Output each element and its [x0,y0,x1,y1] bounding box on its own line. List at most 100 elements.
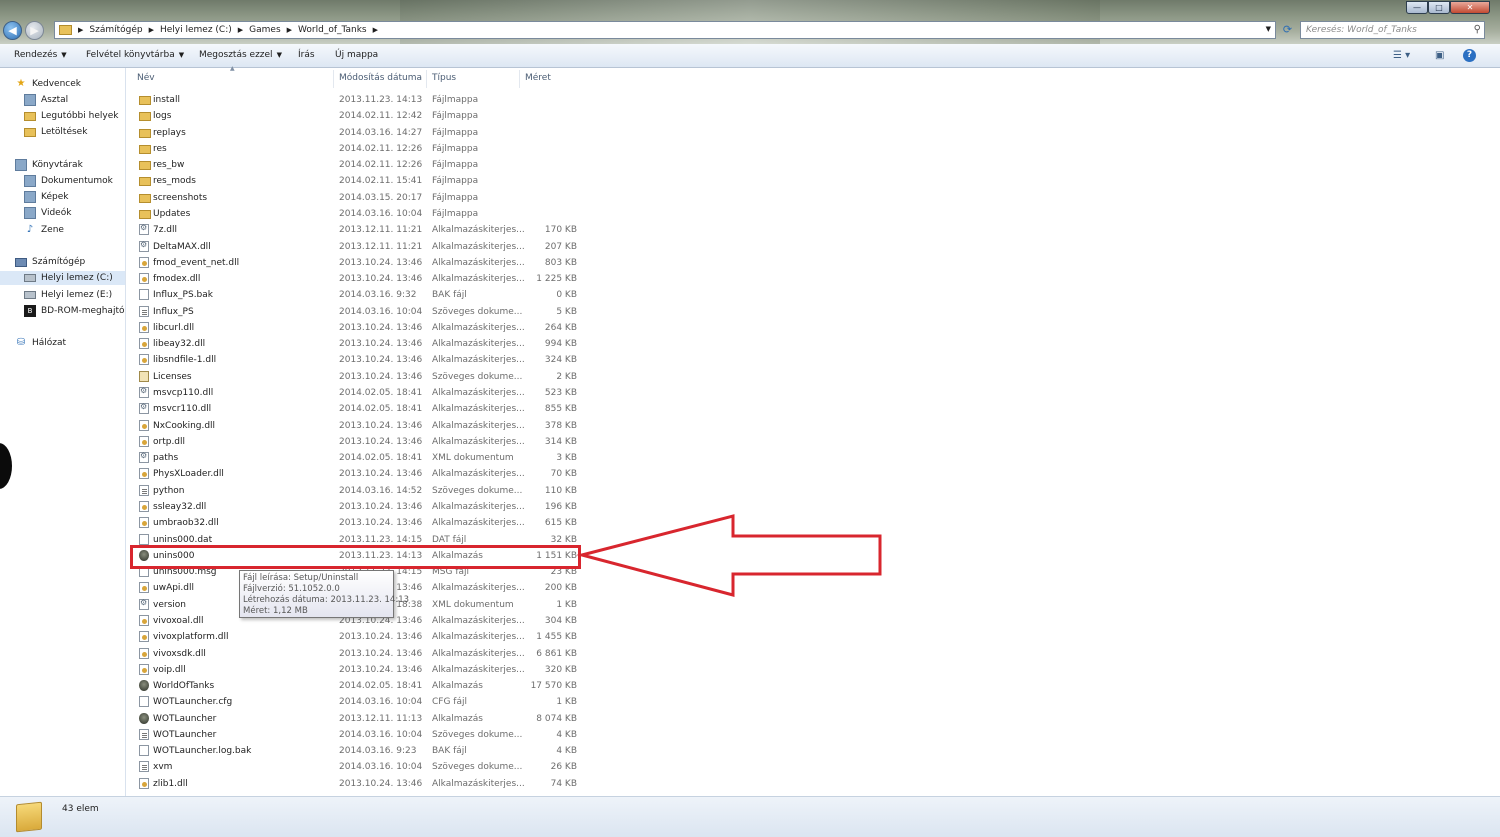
preview-pane-icon[interactable]: ▣ [1435,50,1444,61]
breadcrumb-games[interactable]: Games [249,25,280,35]
file-row[interactable]: WOTLauncher.cfg 2014.03.16. 10:04 CFG fájl… [131,694,583,710]
file-row[interactable]: Influx_PS.bak 2014.03.16. 9:32 BAK fájl 0 K… [131,287,583,303]
maximize-button[interactable]: □ [1428,1,1450,14]
nav-libraries[interactable]: Könyvtárak [15,158,83,172]
file-row[interactable]: Updates 2014.03.16. 10:04 Fájlmappa [131,206,583,222]
nav-drive-e[interactable]: Helyi lemez (E:) [24,288,112,302]
file-row[interactable]: vivoxsdk.dll 2013.10.24. 13:46 Alkalmazásk… [131,646,583,662]
file-date: 2014.02.11. 12:42 [339,111,423,122]
column-divider[interactable] [426,70,427,88]
close-button[interactable]: ✕ [1450,1,1490,14]
file-row[interactable]: logs 2014.02.11. 12:42 Fájlmappa [131,108,583,124]
file-date: 2013.10.24. 13:46 [339,436,423,447]
dll-icon [139,338,149,350]
nav-music[interactable]: ♪ Zene [24,223,64,237]
file-row[interactable]: Influx_PS 2014.03.16. 10:04 Szöveges dokum… [131,304,583,320]
file-row[interactable]: PhysXLoader.dll 2013.10.24. 13:46 Alkalmaz… [131,466,583,482]
file-row[interactable]: libsndfile-1.dll 2013.10.24. 13:46 Alkalma… [131,352,583,368]
file-name: voip.dll [153,664,186,675]
breadcrumb-separator-icon[interactable]: ▶ [149,26,154,34]
column-header-name[interactable]: Név [137,73,155,83]
share-with-button[interactable]: Megosztás ezzel ▼ [199,50,282,60]
nav-drive-c-label: Helyi lemez (C:) [41,273,113,283]
nav-pictures[interactable]: Képek [24,190,68,204]
file-row[interactable]: umbraob32.dll 2013.10.24. 13:46 Alkalmazás… [131,515,583,531]
file-row[interactable]: zlib1.dll 2013.10.24. 13:46 Alkalmazáskite… [131,776,583,792]
nav-videos[interactable]: Videók [24,206,71,220]
file-row[interactable]: res_mods 2014.02.11. 15:41 Fájlmappa [131,173,583,189]
nav-documents[interactable]: Dokumentumok [24,174,113,188]
nav-recent-places[interactable]: Legutóbbi helyek [24,109,118,123]
breadcrumb-separator-icon[interactable]: ▶ [238,26,243,34]
file-row[interactable]: msvcp110.dll 2014.02.05. 18:41 Alkalmazásk… [131,385,583,401]
file-row[interactable]: fmod_event_net.dll 2013.10.24. 13:46 Alkal… [131,255,583,271]
file-row[interactable]: 7z.dll 2013.12.11. 11:21 Alkalmazáskiterje… [131,222,583,238]
column-header-type[interactable]: Típus [432,73,456,83]
file-row[interactable]: NxCooking.dll 2013.10.24. 13:46 Alkalmazás… [131,418,583,434]
burn-button[interactable]: Írás [298,50,315,60]
breadcrumb-world-of-tanks[interactable]: World_of_Tanks [298,25,367,35]
file-row[interactable]: libcurl.dll 2013.10.24. 13:46 Alkalmazáski… [131,320,583,336]
nav-network[interactable]: ⛁ Hálózat [15,336,66,350]
file-date: 2014.02.05. 18:41 [339,681,423,692]
file-row[interactable]: WOTLauncher 2013.12.11. 11:13 Alkalmazás 8 … [131,711,583,727]
search-icon[interactable]: ⚲ [1474,24,1481,35]
file-row[interactable]: python 2014.03.16. 14:52 Szöveges dokume..… [131,483,583,499]
nav-bdrom[interactable]: B BD-ROM-meghajtó [24,304,124,318]
file-row[interactable]: WOTLauncher.log.bak 2014.03.16. 9:23 BAK f… [131,743,583,759]
file-row[interactable]: ortp.dll 2013.10.24. 13:46 Alkalmazáskiter… [131,434,583,450]
include-in-library-button[interactable]: Felvétel könyvtárba ▼ [86,50,184,60]
nav-computer[interactable]: Számítógép [15,255,85,269]
address-dropdown-icon[interactable]: ▼ [1266,25,1271,33]
search-input[interactable]: Keresés: World_of_Tanks ⚲ [1300,21,1485,39]
file-row[interactable]: WOTLauncher 2014.03.16. 10:04 Szöveges dok… [131,727,583,743]
nav-drive-c[interactable]: Helyi lemez (C:) [0,271,125,285]
column-divider[interactable] [519,70,520,88]
downloads-icon [24,127,36,137]
help-button[interactable]: ? [1463,49,1476,62]
file-row[interactable]: screenshots 2014.03.15. 20:17 Fájlmappa [131,190,583,206]
nav-desktop[interactable]: Asztal [24,93,68,107]
file-row[interactable]: DeltaMAX.dll 2013.12.11. 11:21 Alkalmazásk… [131,239,583,255]
nav-downloads[interactable]: Letöltések [24,125,87,139]
file-row[interactable]: vivoxplatform.dll 2013.10.24. 13:46 Alkalm… [131,629,583,645]
file-row[interactable]: ssleay32.dll 2013.10.24. 13:46 Alkalmazásk… [131,499,583,515]
file-row[interactable]: replays 2014.03.16. 14:27 Fájlmappa [131,125,583,141]
nav-recent-label: Legutóbbi helyek [41,111,119,121]
file-row[interactable]: libeay32.dll 2013.10.24. 13:46 Alkalmazásk… [131,336,583,352]
file-size: 1 KB [556,697,577,708]
file-row[interactable]: res 2014.02.11. 12:26 Fájlmappa [131,141,583,157]
breadcrumb-drive-c[interactable]: Helyi lemez (C:) [160,25,232,35]
file-name: logs [153,111,172,122]
breadcrumb-computer[interactable]: Számítógép [89,25,142,35]
column-header-date[interactable]: Módosítás dátuma [339,73,422,83]
file-row[interactable]: install 2013.11.23. 14:13 Fájlmappa [131,92,583,108]
nav-favorites[interactable]: ★ Kedvencek [15,77,81,91]
file-row[interactable]: xvm 2014.03.16. 10:04 Szöveges dokume... 26… [131,759,583,775]
minimize-button[interactable]: — [1406,1,1428,14]
file-type: Alkalmazáskiterjes... [432,469,525,480]
organize-button[interactable]: Rendezés ▼ [14,50,67,60]
file-type: Alkalmazáskiterjes... [432,339,525,350]
file-row[interactable]: msvcr110.dll 2014.02.05. 18:41 Alkalmazásk… [131,401,583,417]
breadcrumb-separator-icon[interactable]: ▶ [287,26,292,34]
breadcrumb-separator-icon[interactable]: ▶ [78,26,83,34]
file-row[interactable]: paths 2014.02.05. 18:41 XML dokumentum 3 KB [131,450,583,466]
nav-network-label: Hálózat [32,338,67,348]
column-header-size[interactable]: Méret [525,73,551,83]
change-view-icon[interactable]: ☰ ▾ [1393,50,1410,61]
column-divider[interactable] [333,70,334,88]
file-type: Alkalmazáskiterjes... [432,241,525,252]
new-folder-button[interactable]: Új mappa [335,50,378,60]
address-bar[interactable]: ▶ Számítógép ▶ Helyi lemez (C:) ▶ Games … [54,21,1276,39]
forward-button[interactable]: ▶ [25,21,44,40]
back-button[interactable]: ◀ [3,21,22,40]
file-row[interactable]: fmodex.dll 2013.10.24. 13:46 Alkalmazáskit… [131,271,583,287]
file-row[interactable]: res_bw 2014.02.11. 12:26 Fájlmappa [131,157,583,173]
file-row[interactable]: voip.dll 2013.10.24. 13:46 Alkalmazáskiter… [131,662,583,678]
item-count: 43 elem [62,804,99,814]
refresh-button[interactable]: ⟳ [1279,22,1296,38]
file-row[interactable]: Licenses 2013.10.24. 13:46 Szöveges dokume… [131,369,583,385]
breadcrumb-separator-icon[interactable]: ▶ [373,26,378,34]
file-row[interactable]: WorldOfTanks 2014.02.05. 18:41 Alkalmazás 1… [131,678,583,694]
